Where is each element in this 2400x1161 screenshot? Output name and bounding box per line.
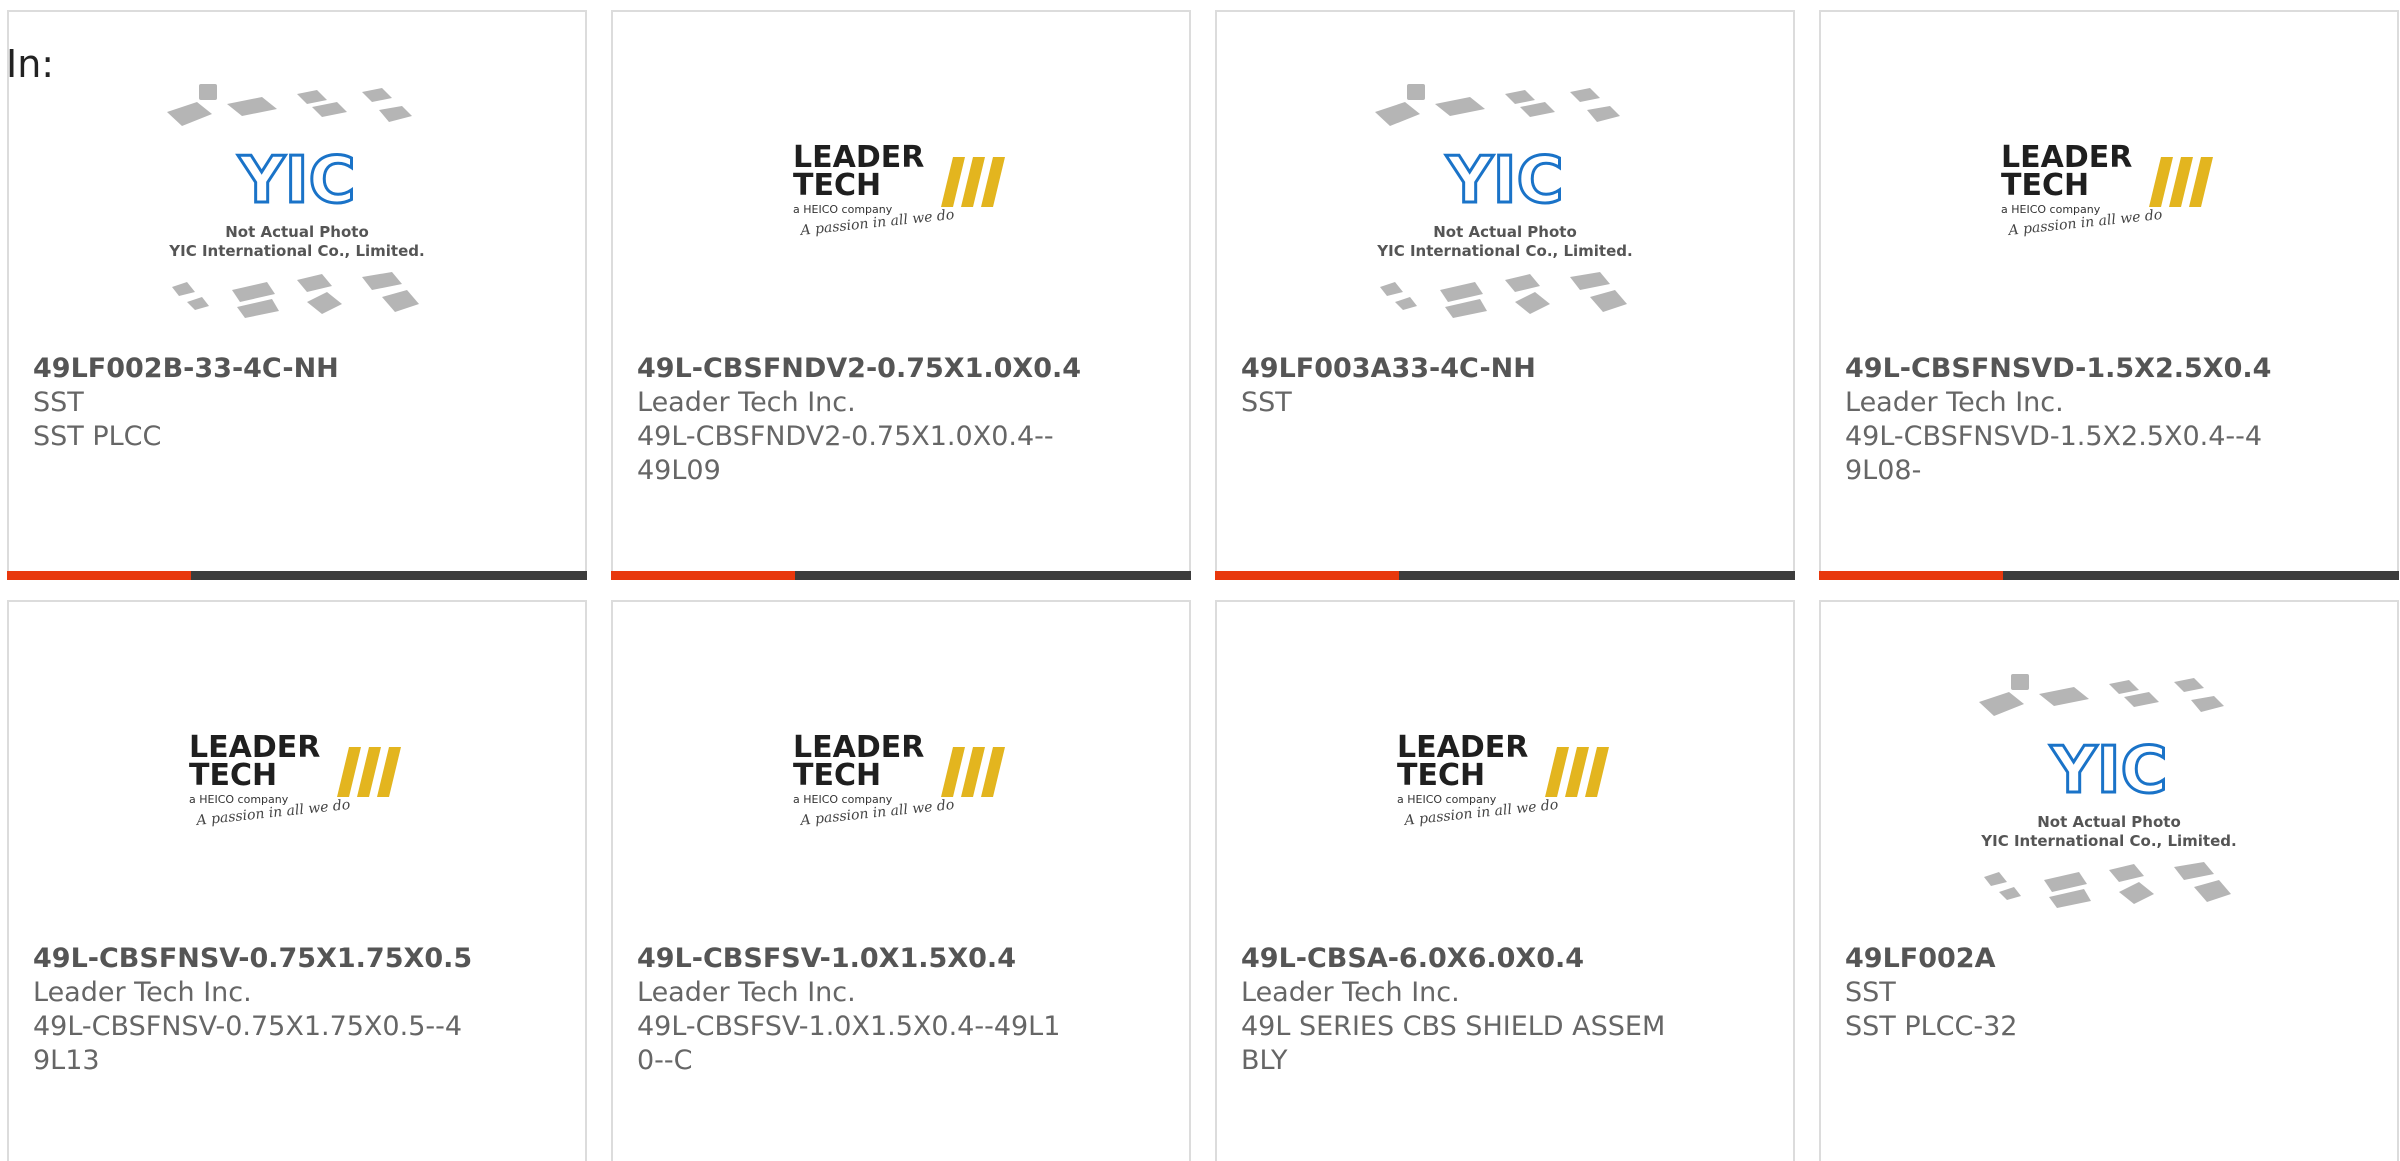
- leader-tech-logo-icon: LEADER TECH a HEICO company A passion in…: [793, 730, 1005, 829]
- card-bar-accent: [1819, 571, 2003, 580]
- product-card[interactable]: LEADER TECH a HEICO company A passion in…: [1215, 600, 1795, 1161]
- manufacturer: Leader Tech Inc.: [1845, 387, 2064, 418]
- manufacturer: SST: [1845, 977, 1896, 1008]
- description: 49L SERIES CBS SHIELD ASSEMBLY: [1241, 1011, 1666, 1076]
- product-card[interactable]: LEADER TECH a HEICO company A passion in…: [611, 10, 1191, 580]
- product-image[interactable]: LEADER TECH a HEICO company A passion in…: [613, 82, 1189, 352]
- manufacturer: Leader Tech Inc.: [33, 977, 252, 1008]
- manufacturer: Leader Tech Inc.: [637, 977, 856, 1008]
- yic-placeholder-icon: YIC Not Actual Photo YIC International C…: [167, 84, 425, 318]
- product-info: 49LF002A SST SST PLCC-32: [1845, 942, 2365, 1044]
- svg-text:YIC: YIC: [237, 144, 355, 218]
- svg-text:TECH: TECH: [189, 758, 277, 793]
- description: 49L-CBSFNDV2-0.75X1.0X0.4--49L09: [637, 421, 1054, 486]
- part-number-link[interactable]: 49L-CBSFNDV2-0.75X1.0X0.4: [637, 352, 1157, 386]
- description: 49L-CBSFNSV-0.75X1.75X0.5--49L13: [33, 1011, 463, 1076]
- product-card[interactable]: YIC Not Actual Photo YIC International C…: [1819, 600, 2399, 1161]
- description: SST PLCC-32: [1845, 1011, 2018, 1042]
- description: 49L-CBSFSV-1.0X1.5X0.4--49L10--C: [637, 1011, 1061, 1076]
- product-image[interactable]: LEADER TECH a HEICO company A passion in…: [1217, 672, 1793, 942]
- manufacturer: SST: [1241, 387, 1292, 418]
- product-card[interactable]: YIC Not Actual Photo YIC International C…: [7, 10, 587, 580]
- svg-text:YIC International Co., Limited: YIC International Co., Limited.: [1980, 832, 2236, 850]
- product-card[interactable]: LEADER TECH a HEICO company A passion in…: [611, 600, 1191, 1161]
- svg-text:TECH: TECH: [2001, 168, 2089, 203]
- product-image[interactable]: YIC Not Actual Photo YIC International C…: [9, 82, 585, 352]
- card-bottom-bar: [611, 571, 1191, 580]
- svg-text:TECH: TECH: [1397, 758, 1485, 793]
- description: SST PLCC: [33, 421, 162, 452]
- yic-placeholder-icon: YIC Not Actual Photo YIC International C…: [1979, 674, 2237, 908]
- part-number-link[interactable]: 49LF002B-33-4C-NH: [33, 352, 553, 386]
- product-image[interactable]: YIC Not Actual Photo YIC International C…: [1821, 672, 2397, 942]
- part-number-link[interactable]: 49L-CBSFNSVD-1.5X2.5X0.4: [1845, 352, 2365, 386]
- product-card[interactable]: YIC Not Actual Photo YIC International C…: [1215, 10, 1795, 580]
- card-bottom-bar: [1215, 571, 1795, 580]
- card-bar-accent: [1215, 571, 1399, 580]
- product-info: 49L-CBSFNSVD-1.5X2.5X0.4 Leader Tech Inc…: [1845, 352, 2365, 488]
- product-image[interactable]: LEADER TECH a HEICO company A passion in…: [9, 672, 585, 942]
- part-number-link[interactable]: 49L-CBSFNSV-0.75X1.75X0.5: [33, 942, 553, 976]
- card-bottom-bar: [7, 571, 587, 580]
- svg-text:Not Actual Photo: Not Actual Photo: [1433, 223, 1577, 241]
- manufacturer: Leader Tech Inc.: [1241, 977, 1460, 1008]
- svg-text:TECH: TECH: [793, 758, 881, 793]
- part-number-link[interactable]: 49LF002A: [1845, 942, 2365, 976]
- svg-text:YIC: YIC: [2049, 734, 2167, 808]
- leader-tech-logo-icon: LEADER TECH a HEICO company A passion in…: [189, 730, 401, 829]
- card-bar-accent: [611, 571, 795, 580]
- manufacturer: Leader Tech Inc.: [637, 387, 856, 418]
- product-info: 49L-CBSFSV-1.0X1.5X0.4 Leader Tech Inc. …: [637, 942, 1157, 1078]
- filter-label: In:: [6, 42, 55, 86]
- svg-text:TECH: TECH: [793, 168, 881, 203]
- product-image[interactable]: YIC Not Actual Photo YIC International C…: [1217, 82, 1793, 352]
- product-image[interactable]: LEADER TECH a HEICO company A passion in…: [613, 672, 1189, 942]
- product-grid-page: In: YIC Not Actual Photo YIC Internation…: [0, 0, 2400, 1161]
- product-image[interactable]: LEADER TECH a HEICO company A passion in…: [1821, 82, 2397, 352]
- description: 49L-CBSFNSVD-1.5X2.5X0.4--49L08-: [1845, 421, 2263, 486]
- svg-text:YIC International Co., Limited: YIC International Co., Limited.: [1376, 242, 1632, 260]
- part-number-link[interactable]: 49L-CBSA-6.0X6.0X0.4: [1241, 942, 1761, 976]
- product-card[interactable]: LEADER TECH a HEICO company A passion in…: [7, 600, 587, 1161]
- svg-text:YIC International Co., Limited: YIC International Co., Limited.: [168, 242, 424, 260]
- part-number-link[interactable]: 49LF003A33-4C-NH: [1241, 352, 1761, 386]
- product-card[interactable]: LEADER TECH a HEICO company A passion in…: [1819, 10, 2399, 580]
- product-info: 49LF002B-33-4C-NH SST SST PLCC: [33, 352, 553, 454]
- yic-placeholder-icon: YIC Not Actual Photo YIC International C…: [1375, 84, 1633, 318]
- product-info: 49L-CBSFNSV-0.75X1.75X0.5 Leader Tech In…: [33, 942, 553, 1078]
- part-number-link[interactable]: 49L-CBSFSV-1.0X1.5X0.4: [637, 942, 1157, 976]
- product-info: 49L-CBSFNDV2-0.75X1.0X0.4 Leader Tech In…: [637, 352, 1157, 488]
- leader-tech-logo-icon: LEADER TECH a HEICO company A passion in…: [1397, 730, 1609, 829]
- product-info: 49L-CBSA-6.0X6.0X0.4 Leader Tech Inc. 49…: [1241, 942, 1761, 1078]
- svg-text:Not Actual Photo: Not Actual Photo: [225, 223, 369, 241]
- svg-text:YIC: YIC: [1445, 144, 1563, 218]
- svg-text:Not Actual Photo: Not Actual Photo: [2037, 813, 2181, 831]
- manufacturer: SST: [33, 387, 84, 418]
- leader-tech-logo-icon: LEADER TECH a HEICO company A passion in…: [793, 140, 1005, 239]
- leader-tech-logo-icon: LEADER TECH a HEICO company A passion in…: [2001, 140, 2213, 239]
- card-bottom-bar: [1819, 571, 2399, 580]
- card-bar-accent: [7, 571, 191, 580]
- product-info: 49LF003A33-4C-NH SST: [1241, 352, 1761, 420]
